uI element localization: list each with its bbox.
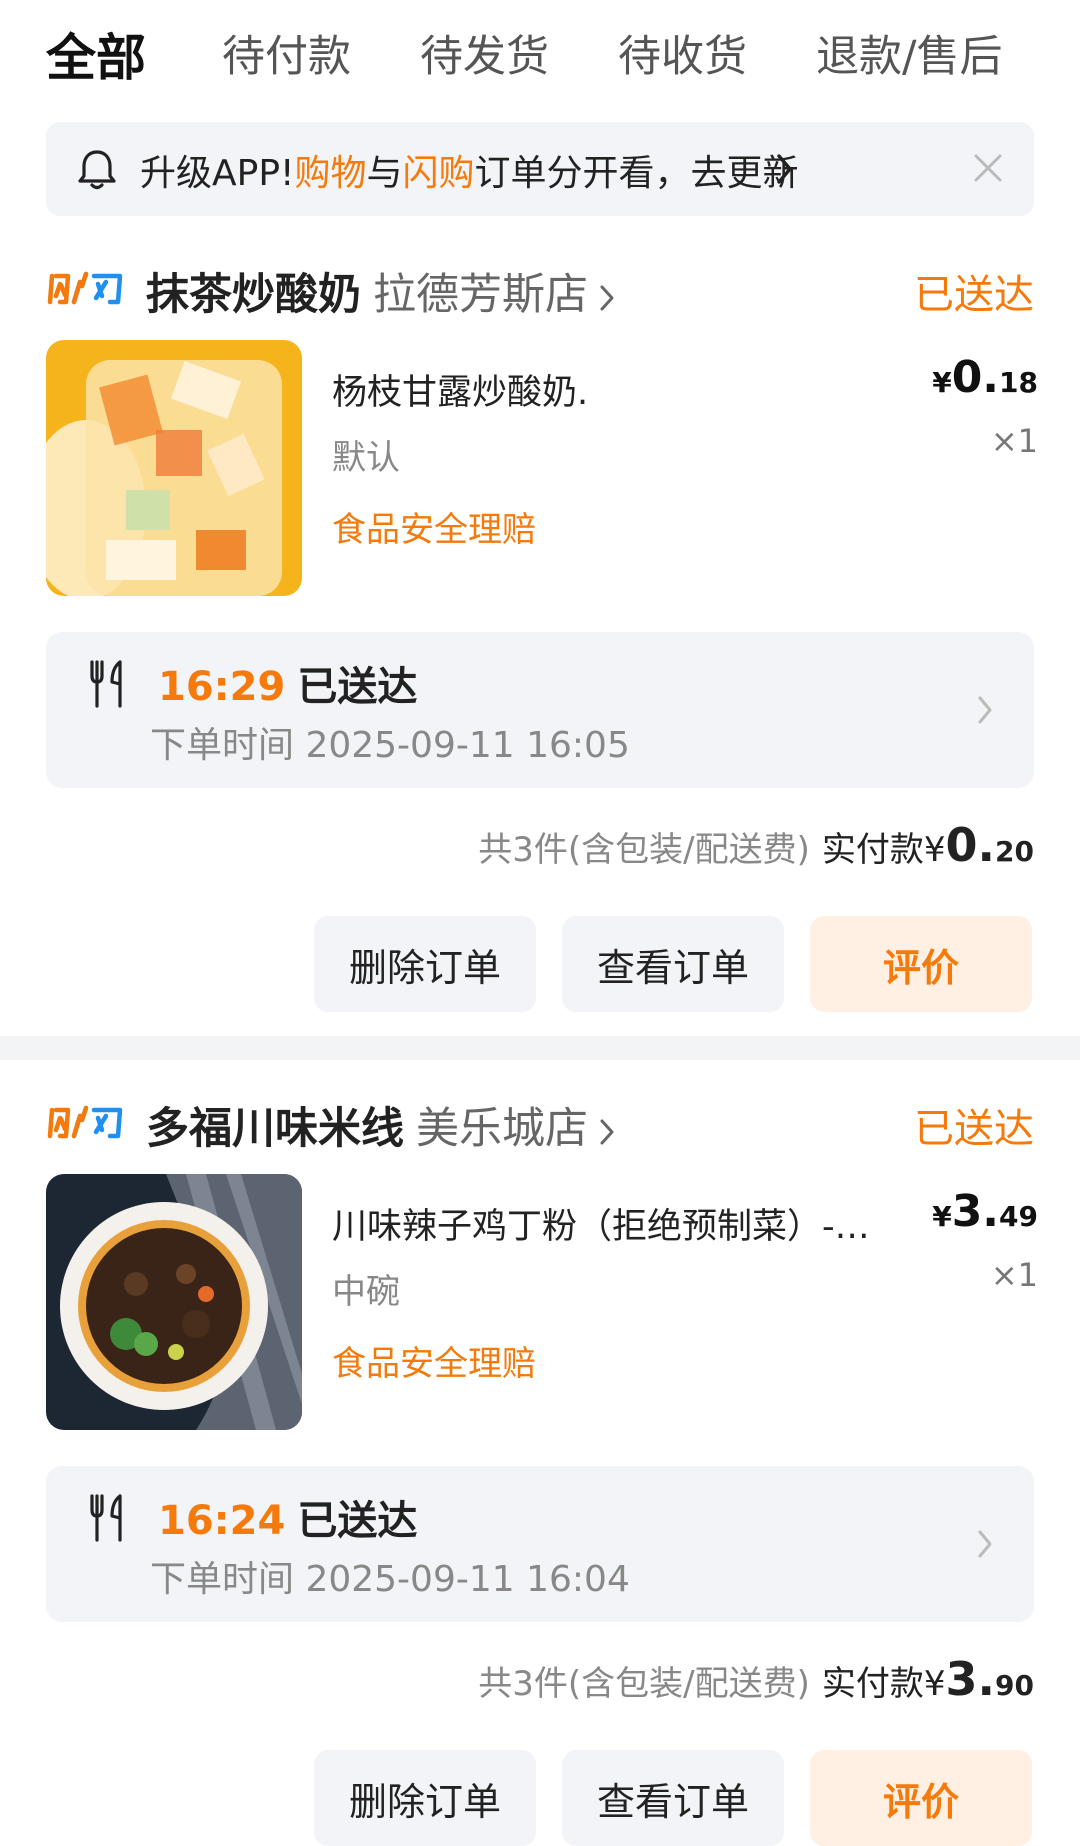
product-spec: 中碗 [332,1272,400,1312]
store-row[interactable]: 抹茶炒酸奶 拉德芳斯店 已送达 [46,254,1034,324]
order-card: 多福川味米线 美乐城店 已送达 川味辣子鸡丁粉（拒绝预制菜）-… 中碗 食品安全理… [0,1088,1080,1846]
product-name[interactable]: 杨枝甘露炒酸奶. [332,364,902,415]
delivery-panel[interactable]: 16:29 已送达 下单时间 2025-09-11 16:05 [46,632,1034,788]
product-price: ¥3.49 [932,1186,1038,1237]
chevron-right-icon [777,154,792,184]
order-time: 下单时间 2025-09-11 16:04 [150,1559,630,1600]
fork-knife-icon [90,660,122,708]
order-summary: 共3件(含包装/配送费) 实付款¥3.90 [478,1652,1034,1706]
chevron-right-icon [978,696,992,724]
card-divider [0,1036,1080,1060]
product-spec: 默认 [332,438,400,478]
shangou-logo [47,1105,123,1139]
tab-pending-payment[interactable]: 待付款 [222,22,351,84]
product-qty: ×1 [990,422,1038,460]
tab-all[interactable]: 全部 [46,18,146,90]
fork-knife-icon [90,1494,122,1542]
delivery-panel[interactable]: 16:24 已送达 下单时间 2025-09-11 16:04 [46,1466,1034,1622]
product-image[interactable] [46,340,302,596]
order-tabs: 全部 待付款 待发货 待收货 退款/售后 [0,0,1080,110]
order-status: 已送达 [914,272,1034,318]
delete-order-button[interactable]: 删除订单 [314,916,536,1012]
chevron-right-icon [600,285,614,310]
shangou-logo [47,271,123,305]
store-name: 多福川味米线 美乐城店 [146,1094,616,1156]
order-time: 下单时间 2025-09-11 16:05 [150,725,630,766]
food-safety-claim[interactable]: 食品安全理赔 [332,502,536,551]
bell-icon [78,150,116,190]
food-safety-claim[interactable]: 食品安全理赔 [332,1336,536,1385]
delivery-time: 16:29 已送达 [158,664,418,710]
tab-pending-shipment[interactable]: 待发货 [420,22,549,84]
store-row[interactable]: 多福川味米线 美乐城店 已送达 [46,1088,1034,1158]
tab-pending-receipt[interactable]: 待收货 [618,22,747,84]
delivery-time: 16:24 已送达 [158,1498,418,1544]
tab-refund[interactable]: 退款/售后 [816,22,1003,84]
order-card: 抹茶炒酸奶 拉德芳斯店 已送达 杨枝甘露炒酸奶. 默认 食品安全理赔 ¥0.18 … [0,254,1080,1024]
store-name: 抹茶炒酸奶 拉德芳斯店 [146,260,616,322]
view-order-button[interactable]: 查看订单 [562,916,784,1012]
banner-text: 升级APP!购物与闪购订单分开看，去更新 [140,153,799,194]
chevron-right-icon [978,1530,992,1558]
close-icon[interactable] [970,150,1006,186]
product-name[interactable]: 川味辣子鸡丁粉（拒绝预制菜）-… [332,1198,902,1249]
update-banner[interactable]: 升级APP!购物与闪购订单分开看，去更新 [46,122,1034,216]
rate-button[interactable]: 评价 [810,916,1032,1012]
order-summary: 共3件(含包装/配送费) 实付款¥0.20 [478,818,1034,872]
order-status: 已送达 [914,1106,1034,1152]
product-image[interactable] [46,1174,302,1430]
product-qty: ×1 [990,1256,1038,1294]
chevron-right-icon [600,1119,614,1144]
product-price: ¥0.18 [932,352,1038,403]
